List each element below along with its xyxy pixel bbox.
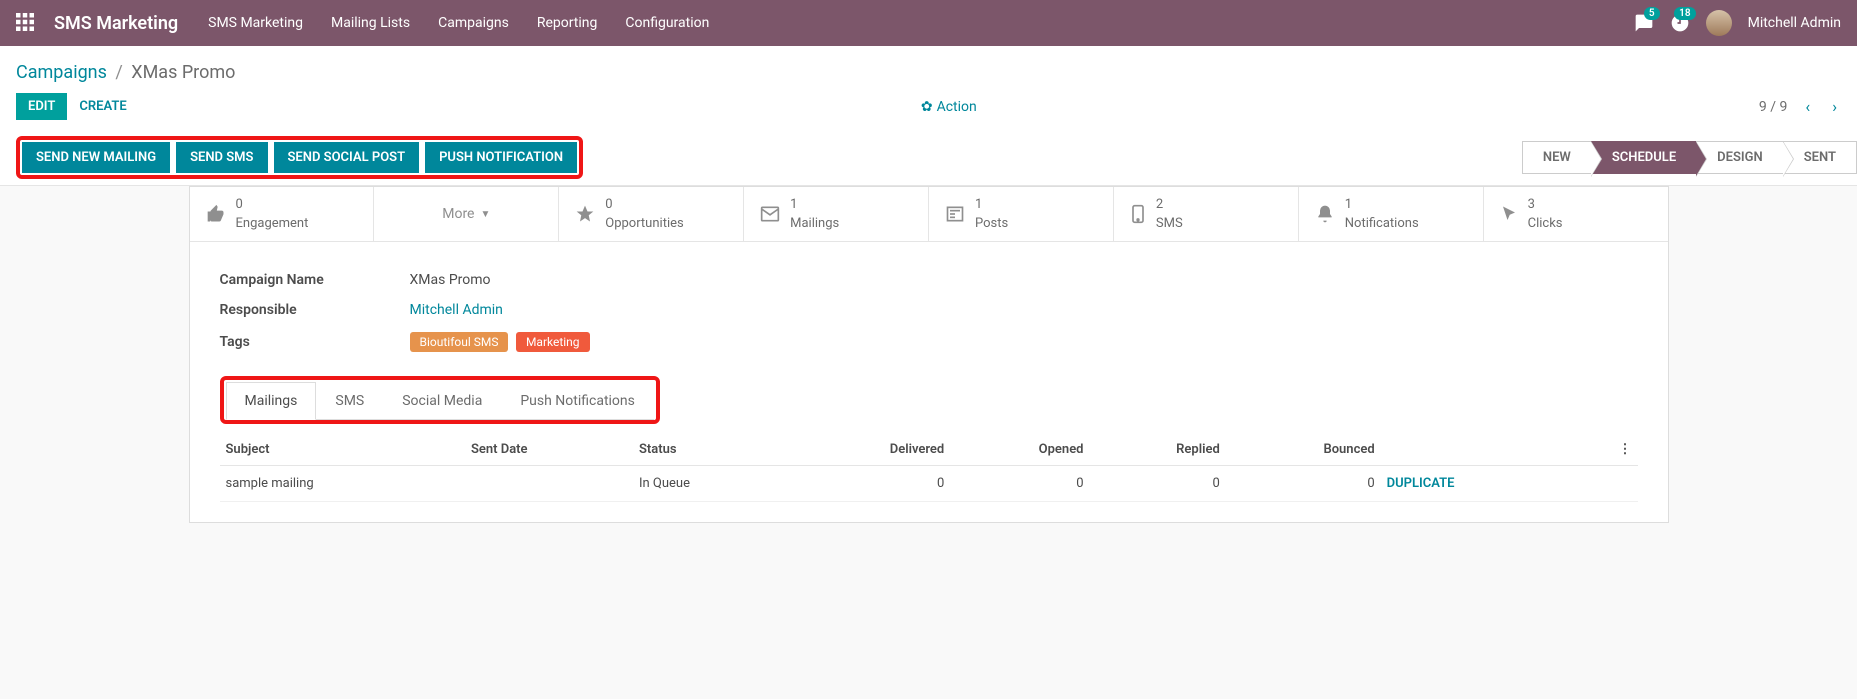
tab-sms[interactable]: SMS [316,382,383,420]
cursor-icon [1500,204,1518,224]
control-panel: Campaigns / XMas Promo EDIT CREATE ✿Acti… [0,46,1857,130]
th-bounced[interactable]: Bounced [1226,434,1381,466]
menu-reporting[interactable]: Reporting [537,15,598,31]
stat-more[interactable]: More▼ [374,187,559,241]
breadcrumb: Campaigns / XMas Promo [16,56,1841,93]
gear-icon: ✿ [921,99,933,115]
username: Mitchell Admin [1748,15,1841,31]
tags-value: Bioutifoul SMS Marketing [410,332,594,352]
star-icon [575,204,595,224]
tabs-highlight: Mailings SMS Social Media Push Notificat… [220,376,660,424]
app-brand[interactable]: SMS Marketing [54,13,178,34]
menu-mailing-lists[interactable]: Mailing Lists [331,15,410,31]
cell-replied: 0 [1090,466,1226,502]
menu-campaigns[interactable]: Campaigns [438,15,509,31]
send-new-mailing-button[interactable]: SEND NEW MAILING [22,142,170,173]
mobile-icon [1130,204,1146,224]
action-dropdown[interactable]: ✿Action [139,99,1759,115]
create-button[interactable]: CREATE [67,93,138,120]
th-delivered[interactable]: Delivered [787,434,950,466]
stat-notifications[interactable]: 1Notifications [1299,187,1484,241]
cell-bounced: 0 [1226,466,1381,502]
top-navbar: SMS Marketing SMS Marketing Mailing List… [0,0,1857,46]
tab-push-notifications[interactable]: Push Notifications [501,382,654,420]
status-bar: NEW SCHEDULE DESIGN SENT [1523,141,1857,174]
status-new[interactable]: NEW [1522,141,1592,174]
thumbs-up-icon [206,204,226,224]
form-sheet: 0Engagement More▼ 0Opportunities 1Mailin… [189,186,1669,523]
activities-badge: 18 [1674,7,1695,20]
caret-down-icon: ▼ [480,209,490,220]
tags-label: Tags [220,334,410,350]
responsible-value[interactable]: Mitchell Admin [410,302,503,318]
stat-clicks[interactable]: 3Clicks [1484,187,1668,241]
th-subject[interactable]: Subject [220,434,465,466]
th-replied[interactable]: Replied [1090,434,1226,466]
stat-sms[interactable]: 2SMS [1114,187,1299,241]
user-menu[interactable]: Mitchell Admin [1706,10,1841,36]
duplicate-button[interactable]: DUPLICATE [1381,466,1577,502]
stat-opportunities[interactable]: 0Opportunities [559,187,744,241]
status-sent[interactable]: SENT [1783,141,1857,174]
messages-icon[interactable]: 5 [1634,13,1654,33]
avatar [1706,10,1732,36]
th-opened[interactable]: Opened [950,434,1089,466]
activities-icon[interactable]: 18 [1670,13,1690,33]
menu-configuration[interactable]: Configuration [625,15,709,31]
breadcrumb-parent[interactable]: Campaigns [16,62,107,83]
responsible-label: Responsible [220,302,410,318]
tab-mailings[interactable]: Mailings [226,382,317,420]
cell-sent [465,466,633,502]
cell-status: In Queue [633,466,787,502]
mailings-table: Subject Sent Date Status Delivered Opene… [220,434,1638,502]
cell-delivered: 0 [787,466,950,502]
th-sent-date[interactable]: Sent Date [465,434,633,466]
campaign-name-value: XMas Promo [410,272,491,288]
main-menu: SMS Marketing Mailing Lists Campaigns Re… [208,15,709,31]
tabs: Mailings SMS Social Media Push Notificat… [226,382,654,420]
newspaper-icon [945,204,965,224]
apps-grid-icon[interactable] [16,13,36,33]
send-sms-button[interactable]: SEND SMS [176,142,267,173]
stat-mailings[interactable]: 1Mailings [744,187,929,241]
stat-posts[interactable]: 1Posts [929,187,1114,241]
cell-opened: 0 [950,466,1089,502]
envelope-icon [760,204,780,224]
bell-icon [1315,204,1335,224]
table-row[interactable]: sample mailing In Queue 0 0 0 0 DUPLICAT… [220,466,1638,502]
tab-social-media[interactable]: Social Media [383,382,501,420]
push-notification-button[interactable]: PUSH NOTIFICATION [425,142,577,173]
breadcrumb-current: XMas Promo [131,62,235,83]
cell-subject: sample mailing [220,466,465,502]
status-row: SEND NEW MAILING SEND SMS SEND SOCIAL PO… [0,130,1857,186]
table-options-icon[interactable]: ⋮ [1576,434,1637,466]
pager-next[interactable]: › [1828,97,1841,116]
send-social-post-button[interactable]: SEND SOCIAL POST [274,142,420,173]
pager-prev[interactable]: ‹ [1801,97,1814,116]
status-schedule[interactable]: SCHEDULE [1591,141,1697,174]
stat-engagement[interactable]: 0Engagement [190,187,375,241]
messages-badge: 5 [1644,7,1660,20]
status-design[interactable]: DESIGN [1696,141,1784,174]
campaign-name-label: Campaign Name [220,272,410,288]
th-status[interactable]: Status [633,434,787,466]
edit-button[interactable]: EDIT [16,93,67,120]
menu-sms-marketing[interactable]: SMS Marketing [208,15,303,31]
action-buttons-highlight: SEND NEW MAILING SEND SMS SEND SOCIAL PO… [16,136,583,179]
tag-item[interactable]: Marketing [516,332,590,352]
stat-bar: 0Engagement More▼ 0Opportunities 1Mailin… [190,187,1668,242]
tag-item[interactable]: Bioutifoul SMS [410,332,509,352]
pager-text: 9 / 9 [1759,99,1787,115]
